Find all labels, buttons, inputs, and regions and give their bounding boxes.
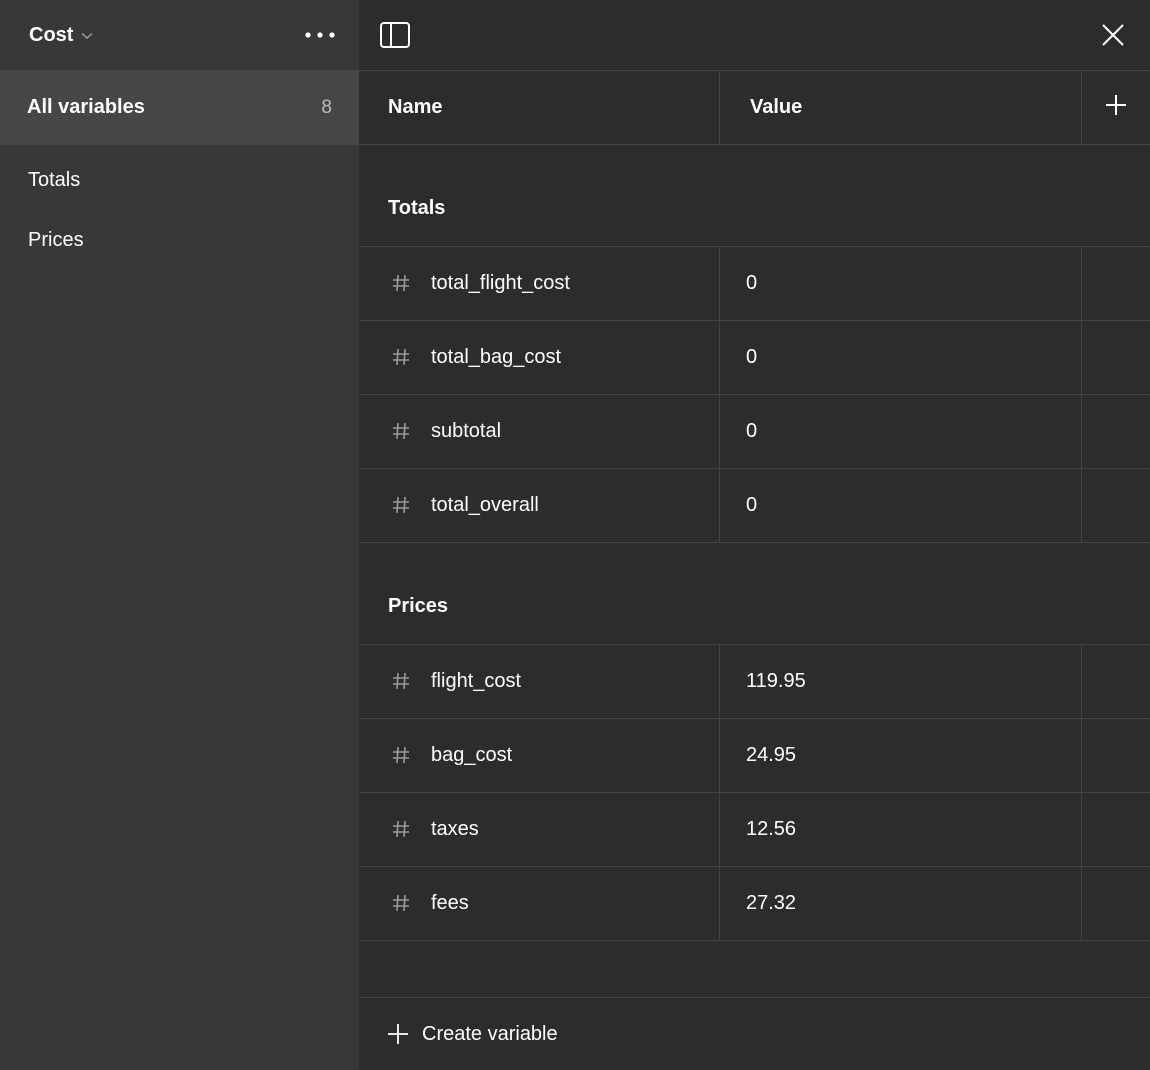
hash-icon	[391, 819, 413, 841]
variable-value-cell[interactable]: 0	[720, 395, 1082, 468]
variable-name-cell[interactable]: fees	[359, 867, 720, 940]
variable-name-cell[interactable]: flight_cost	[359, 645, 720, 718]
row-extra-cell	[1082, 247, 1150, 320]
hash-icon	[391, 347, 413, 369]
hash-icon	[391, 421, 413, 443]
row-extra-cell	[1082, 469, 1150, 542]
sidebar-item-prices[interactable]: Prices	[0, 210, 359, 270]
variable-name-cell[interactable]: taxes	[359, 793, 720, 866]
variable-name: total_overall	[431, 494, 539, 516]
row-extra-cell	[1082, 867, 1150, 940]
row-extra-cell	[1082, 645, 1150, 718]
variable-value-cell[interactable]: 12.56	[720, 793, 1082, 866]
table-row[interactable]: flight_cost 119.95	[359, 645, 1150, 719]
hash-icon	[391, 745, 413, 767]
table-row[interactable]: taxes 12.56	[359, 793, 1150, 867]
add-column-button[interactable]	[1082, 71, 1150, 144]
variable-name-cell[interactable]: total_flight_cost	[359, 247, 720, 320]
table-row[interactable]: total_flight_cost 0	[359, 247, 1150, 321]
hash-icon	[391, 273, 413, 295]
table-row[interactable]: total_bag_cost 0	[359, 321, 1150, 395]
row-extra-cell	[1082, 321, 1150, 394]
variable-name-cell[interactable]: subtotal	[359, 395, 720, 468]
close-icon[interactable]	[1098, 20, 1128, 50]
row-extra-cell	[1082, 719, 1150, 792]
variable-name: fees	[431, 892, 469, 914]
variable-name-cell[interactable]: total_bag_cost	[359, 321, 720, 394]
group-header-prices: Prices	[359, 543, 1150, 645]
table-row[interactable]: total_overall 0	[359, 469, 1150, 543]
variable-name: taxes	[431, 818, 479, 840]
more-options-icon[interactable]	[301, 20, 339, 50]
table-row[interactable]: bag_cost 24.95	[359, 719, 1150, 793]
table-row[interactable]: fees 27.32	[359, 867, 1150, 941]
row-extra-cell	[1082, 395, 1150, 468]
sidebar-item-totals[interactable]: Totals	[0, 150, 359, 210]
row-extra-cell	[1082, 793, 1150, 866]
plus-icon	[1105, 94, 1127, 122]
variables-modal: Cost All variables 8 Totals Prices Name	[0, 0, 1150, 1070]
hash-icon	[391, 495, 413, 517]
variable-value-cell[interactable]: 0	[720, 321, 1082, 394]
variable-name: subtotal	[431, 420, 502, 442]
variable-value-cell[interactable]: 0	[720, 247, 1082, 320]
all-variables-count: 8	[321, 96, 332, 118]
create-variable-button[interactable]: Create variable	[388, 1023, 558, 1046]
all-variables-label: All variables	[27, 96, 145, 118]
column-header-name: Name	[359, 71, 720, 144]
chevron-down-icon[interactable]	[81, 32, 93, 40]
variable-value-cell[interactable]: 24.95	[720, 719, 1082, 792]
toolbar	[359, 0, 1150, 71]
variable-value-cell[interactable]: 119.95	[720, 645, 1082, 718]
hash-icon	[391, 671, 413, 693]
sidebar-toggle-icon[interactable]	[379, 19, 411, 51]
variable-name: flight_cost	[431, 670, 522, 692]
create-variable-label: Create variable	[422, 1022, 558, 1045]
column-header-value: Value	[720, 71, 1082, 144]
footer: Create variable	[359, 997, 1150, 1070]
sidebar-header: Cost	[0, 0, 359, 70]
variable-name: total_flight_cost	[431, 272, 570, 294]
table-header: Name Value	[359, 71, 1150, 145]
variable-name: bag_cost	[431, 744, 513, 766]
variable-name-cell[interactable]: bag_cost	[359, 719, 720, 792]
hash-icon	[391, 893, 413, 915]
variable-value-cell[interactable]: 0	[720, 469, 1082, 542]
sidebar: Cost All variables 8 Totals Prices	[0, 0, 359, 1070]
group-header-totals: Totals	[359, 145, 1150, 247]
variable-name-cell[interactable]: total_overall	[359, 469, 720, 542]
table-row[interactable]: subtotal 0	[359, 395, 1150, 469]
variable-value-cell[interactable]: 27.32	[720, 867, 1082, 940]
variable-name: total_bag_cost	[431, 346, 562, 368]
collection-title[interactable]: Cost	[29, 24, 73, 47]
plus-icon	[388, 1024, 408, 1044]
variables-table-panel: Name Value Totals total_flight_cost 0 to…	[359, 0, 1150, 1070]
sidebar-item-all-variables[interactable]: All variables 8	[0, 70, 359, 145]
